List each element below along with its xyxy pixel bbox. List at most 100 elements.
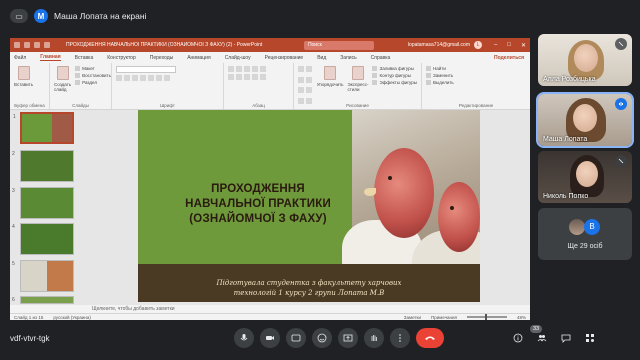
hang-up-icon xyxy=(425,336,435,340)
shapes-gallery[interactable] xyxy=(298,66,313,106)
account-avatar[interactable]: L xyxy=(474,41,482,49)
slide-caption: Підготувала студентка з факультету харчо… xyxy=(216,279,402,297)
tab-insert[interactable]: Вставка xyxy=(75,55,94,61)
slide-thumbnail[interactable]: 6 xyxy=(12,296,74,304)
slide-thumbnail[interactable]: 5 xyxy=(12,260,74,292)
speaking-indicator-icon xyxy=(615,98,627,110)
notes-toggle[interactable]: Заметки xyxy=(404,315,421,320)
leave-call-button[interactable] xyxy=(416,328,444,348)
presenting-banner: ▭ M Маша Лопата на екрані xyxy=(10,5,160,27)
group-paragraph: Абзац xyxy=(224,63,294,109)
tab-animations[interactable]: Анимация xyxy=(187,55,210,61)
more-participants-label: Ще 29 осіб xyxy=(567,243,603,250)
present-icon xyxy=(343,334,353,342)
present-toggle-icon[interactable]: ▭ xyxy=(10,9,28,23)
tab-review[interactable]: Рецензирование xyxy=(265,55,304,61)
shared-screen: ПРОХОДЖЕННЯ НАВЧАЛЬНОЇ ПРАКТИКИ (ОЗНАЙОМ… xyxy=(10,38,530,320)
shape-fill-button[interactable]: Заливка фигуры xyxy=(372,66,417,71)
search-input[interactable]: Поиск xyxy=(303,40,374,50)
undo-icon[interactable] xyxy=(34,42,40,48)
font-format-buttons[interactable] xyxy=(116,75,176,81)
find-button[interactable]: Найти xyxy=(426,66,454,71)
window-controls: – □ ✕ xyxy=(494,42,526,49)
present-button[interactable] xyxy=(338,328,358,348)
share-button[interactable]: Поделиться xyxy=(494,55,524,61)
notes-pane[interactable]: Щелкните, чтобы добавить заметки xyxy=(10,305,530,313)
language-indicator[interactable]: русский (Украина) xyxy=(53,315,91,320)
reset-button[interactable]: Восстановить xyxy=(75,73,111,78)
select-button[interactable]: Выделить xyxy=(426,80,454,85)
tab-design[interactable]: Конструктор xyxy=(107,55,136,61)
captions-icon xyxy=(291,334,301,342)
zoom-slider[interactable] xyxy=(466,314,507,320)
tab-view[interactable]: Вид xyxy=(317,55,326,61)
close-icon[interactable]: ✕ xyxy=(521,42,526,49)
info-button[interactable] xyxy=(508,328,528,348)
redo-icon[interactable] xyxy=(44,42,50,48)
people-button[interactable] xyxy=(532,328,552,348)
arrange-icon xyxy=(324,66,337,80)
emoji-button[interactable] xyxy=(312,328,332,348)
slide-thumbnail[interactable]: 4 xyxy=(12,223,74,255)
slide-counter: Слайд 1 из 15 xyxy=(14,314,44,320)
paste-icon xyxy=(17,66,30,80)
tab-home[interactable]: Главная xyxy=(40,54,61,61)
raise-hand-button[interactable] xyxy=(364,328,384,348)
save-icon[interactable] xyxy=(24,42,30,48)
ppt-titlebar: ПРОХОДЖЕННЯ НАВЧАЛЬНОЇ ПРАКТИКИ (ОЗНАЙОМ… xyxy=(10,38,530,52)
layout-button[interactable]: Макет xyxy=(75,66,111,71)
microphone-icon xyxy=(240,334,248,341)
zoom-level[interactable]: 48% xyxy=(517,315,526,320)
arrange-button[interactable]: Упорядочить xyxy=(317,66,344,106)
participant-tile[interactable]: Николь Попко xyxy=(538,151,632,203)
font-family-select[interactable] xyxy=(116,66,176,73)
group-drawing: Упорядочить Экспресс-стили Заливка фигур… xyxy=(294,63,422,109)
participant-name: Николь Попко xyxy=(543,193,589,200)
participant-tile[interactable]: Алла Розбицька xyxy=(538,34,632,86)
camera-button[interactable] xyxy=(260,328,280,348)
more-options-button[interactable] xyxy=(390,328,410,348)
align-buttons[interactable] xyxy=(228,74,266,80)
section-button[interactable]: Раздел xyxy=(75,80,111,85)
ribbon: Вставить Буфер обмена Создать слайд Маке… xyxy=(10,63,530,110)
status-bar: Слайд 1 из 15 русский (Украина) Заметки … xyxy=(10,313,530,320)
participant-tile[interactable]: Маша Лопата xyxy=(536,92,634,148)
list-buttons[interactable] xyxy=(228,66,266,72)
more-participants-tile[interactable]: B Ще 29 осіб xyxy=(538,208,632,260)
slide-thumbnail[interactable]: 1 xyxy=(13,112,74,144)
chat-button[interactable] xyxy=(556,328,576,348)
tab-help[interactable]: Справка xyxy=(371,55,391,61)
tab-record[interactable]: Запись xyxy=(340,55,356,61)
participant-avatar xyxy=(569,219,585,235)
meet-window: ▭ M Маша Лопата на екрані ПРОХОДЖЕННЯ НА… xyxy=(0,0,640,360)
captions-button[interactable] xyxy=(286,328,306,348)
emoji-icon xyxy=(317,333,327,343)
autosave-icon[interactable] xyxy=(14,42,20,48)
new-slide-button[interactable]: Создать слайд xyxy=(54,66,71,106)
quick-access-toolbar xyxy=(14,42,50,48)
account-email[interactable]: lopatamasa714@gmail.com xyxy=(408,42,470,48)
quick-styles-button[interactable]: Экспресс-стили xyxy=(348,66,368,106)
maximize-icon[interactable]: □ xyxy=(507,42,511,49)
presenter-avatar: M xyxy=(34,9,48,23)
activities-button[interactable] xyxy=(580,328,600,348)
participant-name: Маша Лопата xyxy=(543,136,588,143)
group-font: Шрифт xyxy=(112,63,224,109)
slide-title: ПРОХОДЖЕННЯ НАВЧАЛЬНОЇ ПРАКТИКИ (ОЗНАЙОМ… xyxy=(185,183,331,225)
microphone-button[interactable] xyxy=(234,328,254,348)
tab-transitions[interactable]: Переходы xyxy=(150,55,173,61)
minimize-icon[interactable]: – xyxy=(494,42,497,49)
shape-outline-button[interactable]: Контур фигуры xyxy=(372,73,417,78)
current-slide[interactable]: ПРОХОДЖЕННЯ НАВЧАЛЬНОЇ ПРАКТИКИ (ОЗНАЙОМ… xyxy=(138,110,480,302)
slide-thumbnails: 1 2 3 4 5 6 xyxy=(10,110,88,305)
people-icon xyxy=(537,335,547,342)
tab-file[interactable]: Файл xyxy=(14,55,26,61)
slide-thumbnail[interactable]: 3 xyxy=(12,187,74,219)
slide-thumbnail[interactable]: 2 xyxy=(12,150,74,182)
replace-button[interactable]: Заменить xyxy=(426,73,454,78)
comments-toggle[interactable]: Примечания xyxy=(431,315,457,320)
meeting-code: vdf-vtvr-tgk xyxy=(10,334,50,343)
paste-button[interactable]: Вставить xyxy=(14,66,33,106)
shape-effects-button[interactable]: Эффекты фигуры xyxy=(372,80,417,85)
tab-slideshow[interactable]: Слайд-шоу xyxy=(225,55,251,61)
